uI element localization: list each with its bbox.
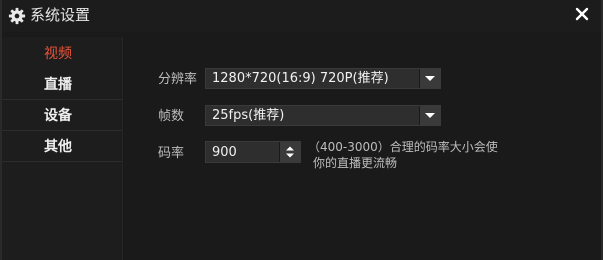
framerate-dropdown-button[interactable] [419, 106, 440, 125]
sidebar-item-video[interactable]: 视频 [2, 39, 122, 69]
gear-icon [8, 7, 26, 25]
sidebar-item-label: 直播 [44, 77, 72, 93]
framerate-select[interactable]: 25fps(推荐) [205, 105, 441, 126]
video-settings-panel: 分辨率 1280*720(16:9) 720P(推荐) 帧数 25fps(推荐) [123, 37, 601, 260]
chevron-down-icon [425, 76, 435, 81]
sidebar-item-live[interactable]: 直播 [2, 70, 122, 100]
resolution-value: 1280*720(16:9) 720P(推荐) [212, 71, 389, 86]
sidebar-item-device[interactable]: 设备 [2, 101, 122, 131]
sidebar-item-label: 视频 [44, 46, 72, 62]
bitrate-hint-line1: （400-3000）合理的码率大小会使 [308, 140, 498, 154]
settings-window: 系统设置 视频 直播 设备 其他 分辨率 1280*720(16:9) 720P… [0, 0, 603, 260]
settings-body: 视频 直播 设备 其他 分辨率 1280*720(16:9) 720P(推荐) [2, 37, 601, 260]
bitrate-label: 码率 [158, 146, 185, 161]
sidebar-item-other[interactable]: 其他 [2, 132, 122, 162]
framerate-value: 25fps(推荐) [212, 108, 285, 123]
sidebar-item-label: 其他 [44, 139, 72, 155]
window-title: 系统设置 [30, 6, 91, 24]
framerate-label: 帧数 [158, 109, 185, 124]
chevron-down-icon [425, 113, 435, 118]
bitrate-value: 900 [212, 145, 237, 160]
up-down-arrows-icon [286, 146, 294, 158]
sidebar-item-label: 设备 [44, 108, 72, 124]
resolution-label: 分辨率 [158, 72, 198, 87]
bitrate-spin-button[interactable] [279, 142, 300, 162]
title-bar: 系统设置 [2, 0, 601, 32]
bitrate-stepper[interactable]: 900 [205, 141, 301, 163]
resolution-dropdown-button[interactable] [419, 69, 440, 88]
bitrate-hint-line2: 你的直播更流畅 [313, 156, 398, 170]
sidebar: 视频 直播 设备 其他 [2, 37, 123, 260]
resolution-select[interactable]: 1280*720(16:9) 720P(推荐) [205, 68, 441, 89]
close-icon[interactable] [571, 3, 593, 25]
